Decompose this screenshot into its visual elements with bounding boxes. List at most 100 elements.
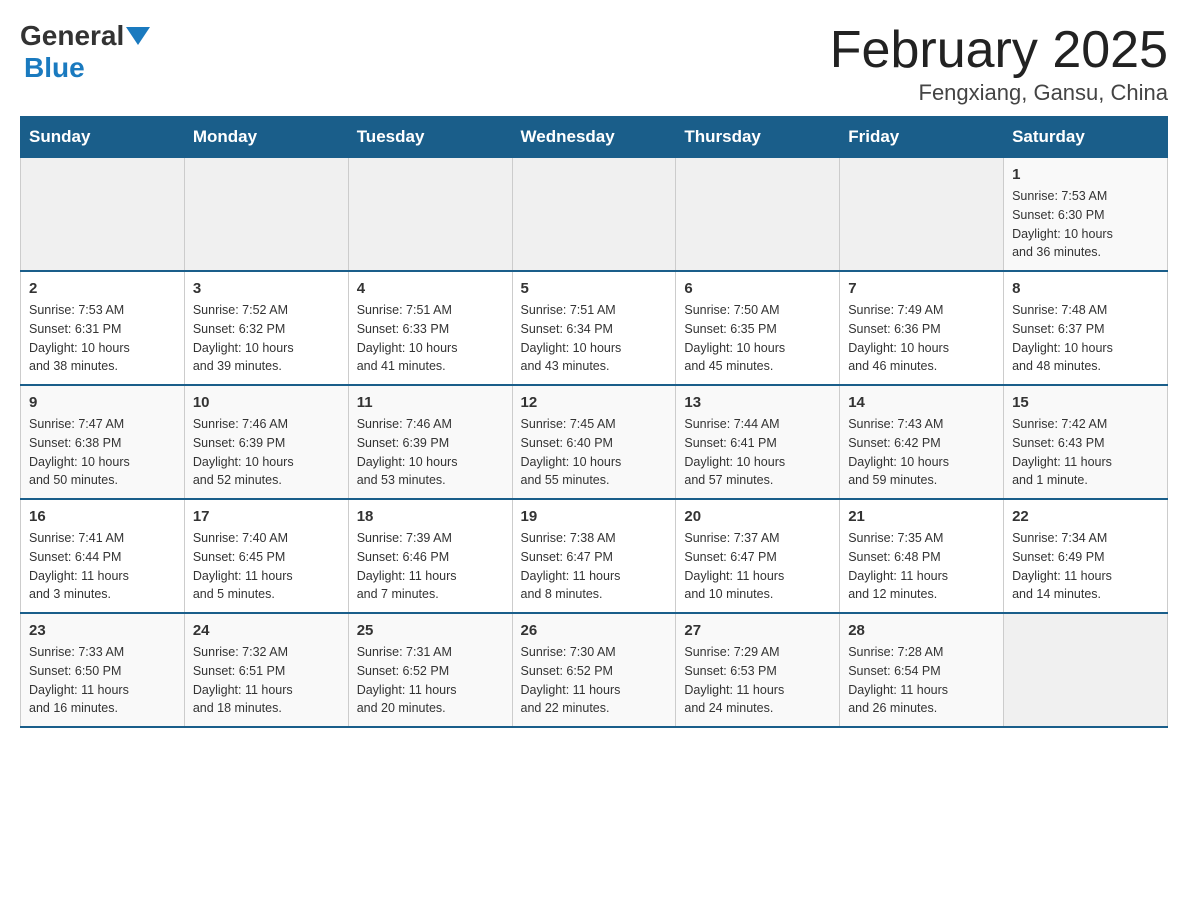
logo-arrow-icon bbox=[126, 27, 150, 45]
calendar-table: SundayMondayTuesdayWednesdayThursdayFrid… bbox=[20, 116, 1168, 728]
calendar-cell: 2 Sunrise: 7:53 AMSunset: 6:31 PMDaylight… bbox=[21, 271, 185, 385]
day-info: Sunrise: 7:44 AMSunset: 6:41 PMDaylight:… bbox=[684, 415, 831, 490]
day-info: Sunrise: 7:53 AMSunset: 6:30 PMDaylight:… bbox=[1012, 187, 1159, 262]
calendar-cell: 17 Sunrise: 7:40 AMSunset: 6:45 PMDayligh… bbox=[184, 499, 348, 613]
weekday-header-thursday: Thursday bbox=[676, 117, 840, 158]
calendar-week-5: 23 Sunrise: 7:33 AMSunset: 6:50 PMDayligh… bbox=[21, 613, 1168, 727]
day-number: 27 bbox=[684, 622, 831, 639]
page-header: General Blue February 2025 Fengxiang, Ga… bbox=[20, 20, 1168, 106]
calendar-cell: 11 Sunrise: 7:46 AMSunset: 6:39 PMDayligh… bbox=[348, 385, 512, 499]
calendar-week-1: 1Sunrise: 7:53 AMSunset: 6:30 PMDaylight… bbox=[21, 158, 1168, 272]
day-number: 22 bbox=[1012, 508, 1159, 525]
weekday-header-tuesday: Tuesday bbox=[348, 117, 512, 158]
calendar-week-2: 2 Sunrise: 7:53 AMSunset: 6:31 PMDaylight… bbox=[21, 271, 1168, 385]
calendar-cell: 10 Sunrise: 7:46 AMSunset: 6:39 PMDayligh… bbox=[184, 385, 348, 499]
day-number: 9 bbox=[29, 394, 176, 411]
day-info: Sunrise: 7:31 AMSunset: 6:52 PMDaylight:… bbox=[357, 643, 504, 718]
day-number: 26 bbox=[521, 622, 668, 639]
calendar-cell: 8 Sunrise: 7:48 AMSunset: 6:37 PMDaylight… bbox=[1004, 271, 1168, 385]
day-info: Sunrise: 7:43 AMSunset: 6:42 PMDaylight:… bbox=[848, 415, 995, 490]
calendar-cell: 6 Sunrise: 7:50 AMSunset: 6:35 PMDaylight… bbox=[676, 271, 840, 385]
day-number: 2 bbox=[29, 280, 176, 297]
weekday-header-friday: Friday bbox=[840, 117, 1004, 158]
weekday-header-monday: Monday bbox=[184, 117, 348, 158]
calendar-cell: 22 Sunrise: 7:34 AMSunset: 6:49 PMDayligh… bbox=[1004, 499, 1168, 613]
logo: General Blue bbox=[20, 20, 152, 84]
day-info: Sunrise: 7:47 AMSunset: 6:38 PMDaylight:… bbox=[29, 415, 176, 490]
day-number: 23 bbox=[29, 622, 176, 639]
day-number: 13 bbox=[684, 394, 831, 411]
day-number: 21 bbox=[848, 508, 995, 525]
calendar-cell: 13 Sunrise: 7:44 AMSunset: 6:41 PMDayligh… bbox=[676, 385, 840, 499]
calendar-cell: 28 Sunrise: 7:28 AMSunset: 6:54 PMDayligh… bbox=[840, 613, 1004, 727]
calendar-week-4: 16Sunrise: 7:41 AMSunset: 6:44 PMDayligh… bbox=[21, 499, 1168, 613]
title-section: February 2025 Fengxiang, Gansu, China bbox=[830, 20, 1168, 106]
day-number: 25 bbox=[357, 622, 504, 639]
day-number: 11 bbox=[357, 394, 504, 411]
day-number: 24 bbox=[193, 622, 340, 639]
day-number: 20 bbox=[684, 508, 831, 525]
calendar-cell bbox=[512, 158, 676, 272]
calendar-cell: 19 Sunrise: 7:38 AMSunset: 6:47 PMDayligh… bbox=[512, 499, 676, 613]
day-info: Sunrise: 7:32 AMSunset: 6:51 PMDaylight:… bbox=[193, 643, 340, 718]
calendar-cell: 20 Sunrise: 7:37 AMSunset: 6:47 PMDayligh… bbox=[676, 499, 840, 613]
day-info: Sunrise: 7:30 AMSunset: 6:52 PMDaylight:… bbox=[521, 643, 668, 718]
calendar-cell: 5Sunrise: 7:51 AMSunset: 6:34 PMDaylight… bbox=[512, 271, 676, 385]
calendar-cell: 12Sunrise: 7:45 AMSunset: 6:40 PMDayligh… bbox=[512, 385, 676, 499]
day-info: Sunrise: 7:33 AMSunset: 6:50 PMDaylight:… bbox=[29, 643, 176, 718]
calendar-week-3: 9 Sunrise: 7:47 AMSunset: 6:38 PMDaylight… bbox=[21, 385, 1168, 499]
day-info: Sunrise: 7:40 AMSunset: 6:45 PMDaylight:… bbox=[193, 529, 340, 604]
calendar-cell: 15Sunrise: 7:42 AMSunset: 6:43 PMDayligh… bbox=[1004, 385, 1168, 499]
calendar-cell: 1Sunrise: 7:53 AMSunset: 6:30 PMDaylight… bbox=[1004, 158, 1168, 272]
day-number: 6 bbox=[684, 280, 831, 297]
calendar-cell: 26 Sunrise: 7:30 AMSunset: 6:52 PMDayligh… bbox=[512, 613, 676, 727]
day-info: Sunrise: 7:39 AMSunset: 6:46 PMDaylight:… bbox=[357, 529, 504, 604]
day-info: Sunrise: 7:28 AMSunset: 6:54 PMDaylight:… bbox=[848, 643, 995, 718]
day-info: Sunrise: 7:37 AMSunset: 6:47 PMDaylight:… bbox=[684, 529, 831, 604]
calendar-cell: 23 Sunrise: 7:33 AMSunset: 6:50 PMDayligh… bbox=[21, 613, 185, 727]
calendar-cell: 7 Sunrise: 7:49 AMSunset: 6:36 PMDaylight… bbox=[840, 271, 1004, 385]
calendar-cell: 27Sunrise: 7:29 AMSunset: 6:53 PMDayligh… bbox=[676, 613, 840, 727]
day-number: 14 bbox=[848, 394, 995, 411]
day-number: 19 bbox=[521, 508, 668, 525]
day-info: Sunrise: 7:45 AMSunset: 6:40 PMDaylight:… bbox=[521, 415, 668, 490]
day-number: 8 bbox=[1012, 280, 1159, 297]
weekday-header-sunday: Sunday bbox=[21, 117, 185, 158]
day-number: 18 bbox=[357, 508, 504, 525]
location-title: Fengxiang, Gansu, China bbox=[830, 80, 1168, 106]
day-info: Sunrise: 7:35 AMSunset: 6:48 PMDaylight:… bbox=[848, 529, 995, 604]
day-number: 7 bbox=[848, 280, 995, 297]
day-number: 3 bbox=[193, 280, 340, 297]
day-info: Sunrise: 7:42 AMSunset: 6:43 PMDaylight:… bbox=[1012, 415, 1159, 490]
calendar-cell: 24 Sunrise: 7:32 AMSunset: 6:51 PMDayligh… bbox=[184, 613, 348, 727]
calendar-cell bbox=[184, 158, 348, 272]
day-number: 17 bbox=[193, 508, 340, 525]
day-info: Sunrise: 7:48 AMSunset: 6:37 PMDaylight:… bbox=[1012, 301, 1159, 376]
logo-general-text: General bbox=[20, 20, 124, 52]
calendar-cell: 14 Sunrise: 7:43 AMSunset: 6:42 PMDayligh… bbox=[840, 385, 1004, 499]
day-info: Sunrise: 7:50 AMSunset: 6:35 PMDaylight:… bbox=[684, 301, 831, 376]
day-info: Sunrise: 7:51 AMSunset: 6:33 PMDaylight:… bbox=[357, 301, 504, 376]
calendar-cell: 16Sunrise: 7:41 AMSunset: 6:44 PMDayligh… bbox=[21, 499, 185, 613]
day-info: Sunrise: 7:38 AMSunset: 6:47 PMDaylight:… bbox=[521, 529, 668, 604]
calendar-cell: 9 Sunrise: 7:47 AMSunset: 6:38 PMDaylight… bbox=[21, 385, 185, 499]
day-number: 28 bbox=[848, 622, 995, 639]
day-info: Sunrise: 7:46 AMSunset: 6:39 PMDaylight:… bbox=[357, 415, 504, 490]
day-info: Sunrise: 7:34 AMSunset: 6:49 PMDaylight:… bbox=[1012, 529, 1159, 604]
calendar-cell: 18 Sunrise: 7:39 AMSunset: 6:46 PMDayligh… bbox=[348, 499, 512, 613]
calendar-cell bbox=[840, 158, 1004, 272]
day-info: Sunrise: 7:46 AMSunset: 6:39 PMDaylight:… bbox=[193, 415, 340, 490]
calendar-cell: 4 Sunrise: 7:51 AMSunset: 6:33 PMDaylight… bbox=[348, 271, 512, 385]
calendar-cell: 21 Sunrise: 7:35 AMSunset: 6:48 PMDayligh… bbox=[840, 499, 1004, 613]
calendar-cell bbox=[348, 158, 512, 272]
day-info: Sunrise: 7:49 AMSunset: 6:36 PMDaylight:… bbox=[848, 301, 995, 376]
calendar-cell: 25 Sunrise: 7:31 AMSunset: 6:52 PMDayligh… bbox=[348, 613, 512, 727]
day-info: Sunrise: 7:51 AMSunset: 6:34 PMDaylight:… bbox=[521, 301, 668, 376]
day-info: Sunrise: 7:53 AMSunset: 6:31 PMDaylight:… bbox=[29, 301, 176, 376]
day-number: 4 bbox=[357, 280, 504, 297]
day-info: Sunrise: 7:41 AMSunset: 6:44 PMDaylight:… bbox=[29, 529, 176, 604]
calendar-cell: 3Sunrise: 7:52 AMSunset: 6:32 PMDaylight… bbox=[184, 271, 348, 385]
weekday-header-wednesday: Wednesday bbox=[512, 117, 676, 158]
day-number: 10 bbox=[193, 394, 340, 411]
calendar-cell bbox=[1004, 613, 1168, 727]
